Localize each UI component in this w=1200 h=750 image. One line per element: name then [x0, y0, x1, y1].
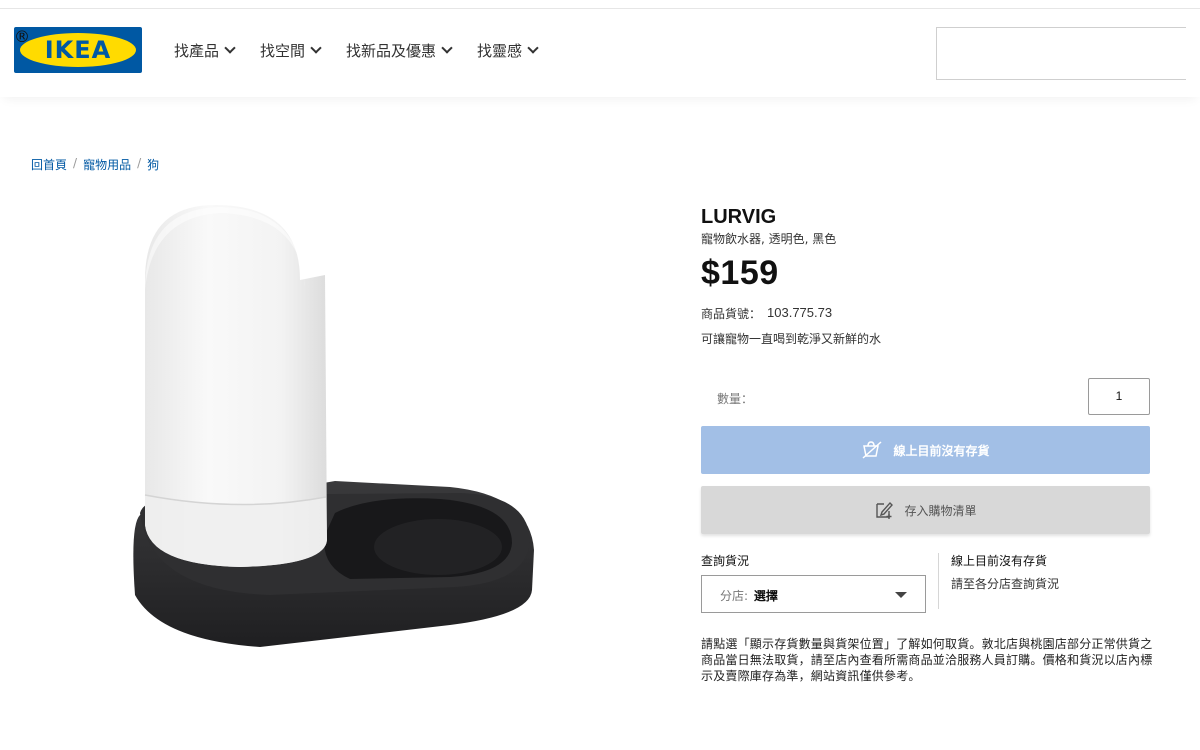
registered-mark: ® [14, 27, 30, 46]
online-stock-text: 線上目前沒有存貨 [951, 554, 1048, 568]
nav-inspiration[interactable]: 找靈感 [477, 39, 539, 61]
nav-products-label: 找產品 [174, 41, 220, 60]
search-box[interactable] [936, 27, 1186, 80]
edit-list-icon [876, 501, 894, 519]
logo-text: IKEA [44, 36, 112, 64]
store-stock-hint: 請至各分店查詢貨況 [951, 577, 1060, 591]
add-to-cart-button[interactable]: 線上目前沒有存貨 [701, 426, 1150, 474]
chevron-down-icon [310, 41, 322, 54]
site-header: IKEA ® 找產品 找空間 找新品及優惠 找靈感 [0, 9, 1200, 97]
store-select[interactable]: 分店: 選擇 [701, 575, 926, 613]
chevron-down-icon [441, 41, 453, 54]
product-info: LURVIG 寵物飲水器, 透明色, 黑色 $159 商品貨號： 103.775… [701, 205, 1151, 347]
search-input[interactable] [937, 28, 1186, 79]
chevron-down-icon [224, 41, 236, 54]
nav-inspiration-label: 找靈感 [477, 41, 523, 60]
quantity-row: 數量： 1 [701, 378, 1150, 416]
product-image [133, 205, 535, 647]
quantity-label: 數量： [717, 392, 754, 406]
store-stock-check: 查詢貨況 分店: 選擇 [701, 552, 926, 613]
product-tagline: 可讓寵物一直喝到乾淨又新鮮的水 [701, 332, 882, 346]
stock-divider [938, 553, 939, 609]
online-stock-status: 線上目前沒有存貨 請至各分店查詢貨況 [951, 552, 1151, 592]
quantity-input[interactable]: 1 [1088, 378, 1150, 415]
product-description: 寵物飲水器, 透明色, 黑色 [701, 232, 837, 246]
article-number-row: 商品貨號： 103.775.73 [701, 305, 1151, 322]
add-to-shopping-list-button[interactable]: 存入購物清單 [701, 486, 1150, 534]
add-to-shopping-list-label: 存入購物清單 [904, 503, 977, 518]
nav-products[interactable]: 找產品 [174, 39, 236, 61]
nav-new-offers-label: 找新品及優惠 [346, 41, 437, 60]
store-select-value: 選擇 [753, 589, 778, 603]
nav-rooms[interactable]: 找空間 [260, 39, 322, 61]
breadcrumb-home[interactable]: 回首頁 [31, 156, 67, 173]
store-select-text: 分店: 選擇 [720, 587, 778, 604]
dropdown-caret-icon [895, 592, 907, 598]
stock-check-title: 查詢貨況 [701, 554, 750, 568]
breadcrumb-separator: / [137, 156, 142, 170]
store-select-prefix: 分店: [720, 589, 749, 603]
unavailable-cart-icon [862, 441, 882, 459]
article-number-label: 商品貨號： [701, 307, 762, 321]
ikea-logo[interactable]: IKEA [14, 27, 142, 73]
pickup-notice: 請點選「顯示存貨數量與貨架位置」了解如何取貨。敦北店與桃園店部分正常供貨之商品當… [701, 637, 1153, 683]
add-to-cart-label: 線上目前沒有存貨 [893, 443, 990, 458]
chevron-down-icon [527, 41, 539, 54]
breadcrumb: 回首頁 / 寵物用品 / 狗 [31, 156, 159, 173]
main-nav: 找產品 找空間 找新品及優惠 找靈感 [174, 39, 563, 61]
article-number: 103.775.73 [767, 305, 833, 320]
breadcrumb-separator: / [73, 156, 78, 170]
product-price: $159 [701, 254, 779, 292]
nav-rooms-label: 找空間 [260, 41, 306, 60]
nav-new-offers[interactable]: 找新品及優惠 [346, 39, 453, 61]
breadcrumb-pet-supplies[interactable]: 寵物用品 [83, 156, 131, 173]
breadcrumb-dog[interactable]: 狗 [147, 156, 159, 173]
product-name: LURVIG [701, 206, 777, 228]
